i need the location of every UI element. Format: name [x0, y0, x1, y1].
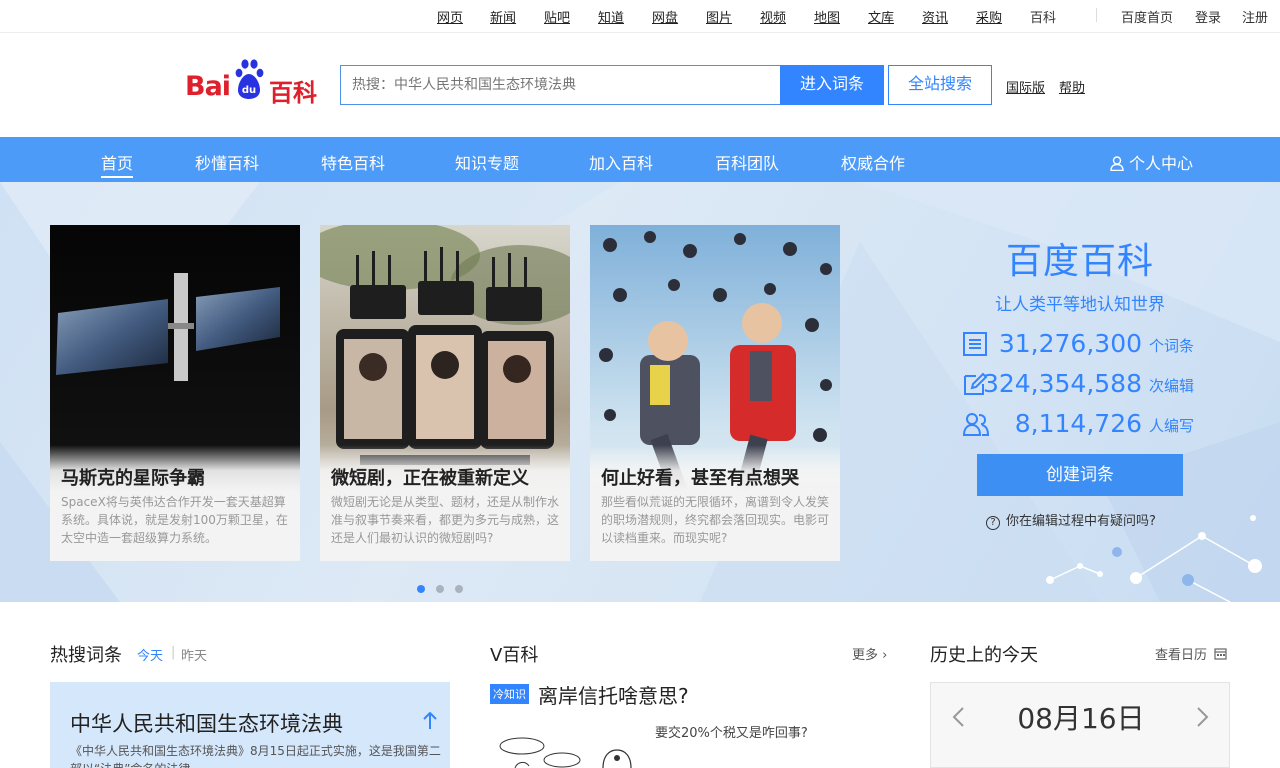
vbaike-question-link[interactable]: 离岸信托啥意思?	[538, 680, 689, 709]
vbaike-title: V百科	[490, 645, 539, 666]
comic-illustration	[499, 737, 632, 768]
hot-item-title: 中华人民共和国生态环境法典	[70, 712, 343, 736]
topnav-link-register[interactable]: 注册	[1242, 7, 1268, 26]
brand-slogan: 让人类平等地认知世界	[995, 295, 1165, 315]
topnav-link-news[interactable]: 新闻	[490, 7, 516, 26]
topnav-current-baike: 百科	[1030, 11, 1057, 26]
hero-banner: 马斯克的星际争霸 SpaceX将与英伟达合作开发一套天基超算系统。具体说，就是发…	[0, 182, 1280, 602]
stat-writers-unit: 人编写	[1149, 417, 1195, 435]
nav-item-topics[interactable]: 知识专题	[455, 150, 519, 174]
help-link[interactable]: 帮助	[1059, 77, 1085, 96]
stat-entries-value: 31,276,300	[998, 329, 1142, 358]
editing-help-link[interactable]: ? 你在编辑过程中有疑问吗?	[986, 510, 1156, 530]
card-title: 何止好看，甚至有点想哭	[601, 468, 799, 489]
topnav-link-map[interactable]: 地图	[814, 7, 840, 26]
topnav-divider	[1096, 8, 1097, 22]
hot-item-description: 《中华人民共和国生态环境法典》8月15日起正式实施，这是我国第二部以“法典”命名…	[70, 744, 441, 768]
vbaike-more-link[interactable]: 更多 ›	[852, 644, 887, 663]
history-date: 08月16日	[1017, 702, 1145, 735]
card-description: 微短剧无论是从类型、题材，还是从制作水准与叙事节奏来看，都更为多元与成熟，这还是…	[331, 495, 560, 545]
carousel-indicators	[417, 578, 474, 597]
paw-icon: du	[235, 59, 264, 99]
view-calendar-link[interactable]: 查看日历	[1155, 644, 1227, 663]
carousel-dot[interactable]	[455, 585, 463, 593]
nav-item-cooperation[interactable]: 权威合作	[841, 150, 905, 174]
calendar-icon	[1214, 648, 1227, 660]
history-today-title: 历史上的今天	[930, 645, 1038, 666]
stat-edits-value: 324,354,588	[982, 369, 1142, 398]
card-title: 马斯克的星际争霸	[61, 468, 205, 489]
topnav-link-zhidao[interactable]: 知道	[598, 7, 624, 26]
vbaike-more-label: 更多	[852, 648, 879, 663]
carousel-dot[interactable]	[417, 585, 425, 593]
vbaike-subtitle: 要交20%个税又是咋回事?	[655, 726, 808, 741]
tab-yesterday[interactable]: 昨天	[181, 645, 207, 664]
create-entry-button[interactable]: 创建词条	[977, 454, 1183, 496]
carousel-dot[interactable]	[436, 585, 444, 593]
tab-today[interactable]: 今天	[137, 645, 163, 664]
history-calendar: 08月16日	[930, 682, 1230, 768]
nav-item-team[interactable]: 百科团队	[715, 150, 779, 174]
topnav-link-wenku[interactable]: 文库	[868, 7, 894, 26]
topnav-link-pan[interactable]: 网盘	[652, 7, 678, 26]
topnav-link-tieba[interactable]: 贴吧	[544, 7, 570, 26]
personal-center-link[interactable]: 个人中心	[1110, 150, 1193, 174]
topnav-link-video[interactable]: 视频	[760, 7, 786, 26]
top-navigation: 网页 新闻 贴吧 知道 网盘 图片 视频 地图 文库 资讯 采购 百科 百度首页…	[0, 0, 1280, 33]
hot-search-title: 热搜词条	[50, 645, 122, 666]
card-title: 微短剧，正在被重新定义	[331, 468, 529, 489]
baidu-baike-logo[interactable]: Bai du 百科	[185, 57, 335, 107]
chevron-right-icon: ›	[878, 648, 888, 663]
users-icon	[962, 413, 990, 436]
nav-item-special[interactable]: 特色百科	[321, 150, 385, 174]
logo-text-du: du	[242, 85, 256, 96]
search-input[interactable]	[340, 65, 781, 105]
stat-writers: 8,114,726 人编写	[960, 409, 1200, 439]
question-icon: ?	[986, 516, 1000, 530]
chevron-right-icon[interactable]	[1196, 706, 1210, 728]
brand-block: 百度百科 让人类平等地认知世界	[960, 232, 1200, 315]
card-description: 那些看似荒诞的无限循环，离谱到令人发笑的职场潜规则，终究都会落回现实。电影可以读…	[601, 495, 830, 545]
logo-text-bai: Bai	[185, 71, 231, 102]
personal-center-label: 个人中心	[1129, 154, 1194, 173]
topnav-link-web[interactable]: 网页	[437, 7, 463, 26]
tab-divider: |	[171, 645, 176, 660]
stat-writers-value: 8,114,726	[1014, 409, 1142, 438]
cold-knowledge-tag: 冷知识	[490, 684, 529, 704]
view-calendar-label: 查看日历	[1155, 648, 1208, 663]
topnav-link-images[interactable]: 图片	[706, 7, 732, 26]
site-search-button[interactable]: 全站搜索	[888, 65, 992, 105]
stat-edits-unit: 次编辑	[1149, 377, 1195, 395]
main-navigation: 首页 秒懂百科 特色百科 知识专题 加入百科 百科团队 权威合作 个人中心	[0, 137, 1280, 182]
stat-entries: 31,276,300 个词条	[960, 329, 1200, 359]
nav-item-join[interactable]: 加入百科	[589, 150, 653, 174]
topnav-link-zixun[interactable]: 资讯	[922, 7, 948, 26]
topnav-link-login[interactable]: 登录	[1195, 7, 1221, 26]
nav-item-home[interactable]: 首页	[101, 150, 134, 178]
hot-search-item[interactable]: 中华人民共和国生态环境法典 《中华人民共和国生态环境法典》8月15日起正式实施，…	[50, 682, 450, 768]
arrow-up-icon	[423, 712, 437, 729]
topnav-link-caigou[interactable]: 采购	[976, 7, 1002, 26]
user-icon	[1110, 156, 1124, 172]
list-icon	[963, 332, 987, 356]
editing-help-label: 你在编辑过程中有疑问吗?	[1006, 514, 1156, 529]
topnav-link-baidu-home[interactable]: 百度首页	[1121, 7, 1173, 26]
feature-card-3[interactable]: 何止好看，甚至有点想哭 那些看似荒诞的无限循环，离谱到令人发笑的职场潜规则，终究…	[590, 225, 840, 561]
card-description: SpaceX将与英伟达合作开发一套天基超算系统。具体说，就是发射100万颗卫星，…	[61, 495, 288, 545]
stat-edits: 324,354,588 次编辑	[960, 369, 1200, 399]
brand-title: 百度百科	[1005, 241, 1154, 282]
feature-card-1[interactable]: 马斯克的星际争霸 SpaceX将与英伟达合作开发一套天基超算系统。具体说，就是发…	[50, 225, 300, 561]
international-link[interactable]: 国际版	[1006, 77, 1045, 96]
feature-card-2[interactable]: 微短剧，正在被重新定义 微短剧无论是从类型、题材，还是从制作水准与叙事节奏来看，…	[320, 225, 570, 561]
logo-text-baike: 百科	[269, 79, 317, 107]
nav-item-miaodong[interactable]: 秒懂百科	[195, 150, 259, 174]
stat-entries-unit: 个词条	[1149, 337, 1195, 355]
enter-entry-button[interactable]: 进入词条	[780, 65, 884, 105]
